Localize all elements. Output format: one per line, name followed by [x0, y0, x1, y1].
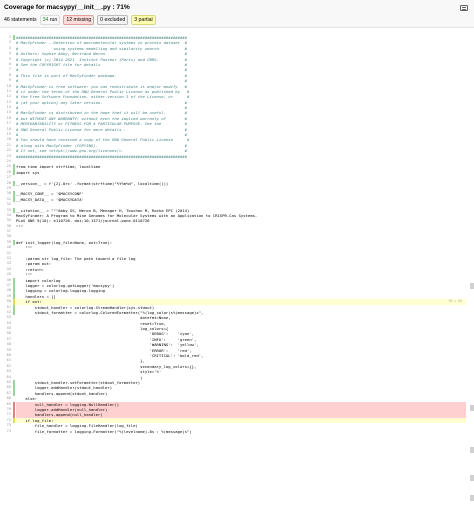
coverage-header: Coverage for macsypy/__init__.py : 71% 4… [0, 0, 474, 28]
run-label: run [48, 17, 58, 23]
source-listing: 1 #######################################… [0, 35, 466, 434]
scroll-marker[interactable] [470, 283, 474, 289]
title-filename: macsypy/__init__.py [46, 4, 111, 11]
statements-count: 46 statements [4, 17, 37, 23]
scroll-marker[interactable] [470, 475, 474, 481]
coverage-marker [13, 429, 15, 434]
missing-filter-button[interactable]: 12 missing [63, 15, 95, 25]
page-title: Coverage for macsypy/__init__.py : 71% [4, 4, 470, 12]
line-code: file_formatter = logging.Formatter("%(le… [16, 428, 192, 434]
partial-filter-button[interactable]: 3 partial [131, 15, 156, 25]
source-line: 74 file_formatter = logging.Formatter("%… [0, 429, 466, 434]
line-number[interactable]: 74 [0, 429, 11, 434]
run-filter-button[interactable]: 34 run [39, 15, 61, 25]
excluded-filter-button[interactable]: 0 excluded [97, 15, 129, 25]
scroll-marker[interactable] [470, 405, 474, 411]
scroll-marker-bar[interactable] [470, 35, 474, 527]
scroll-marker[interactable] [470, 447, 474, 453]
scroll-marker[interactable] [470, 495, 474, 501]
title-percent: : 71% [110, 4, 130, 11]
keyboard-icon[interactable] [460, 5, 468, 11]
coverage-stats: 46 statements 34 run 12 missing 0 exclud… [4, 15, 470, 25]
title-prefix: Coverage for [4, 4, 47, 11]
